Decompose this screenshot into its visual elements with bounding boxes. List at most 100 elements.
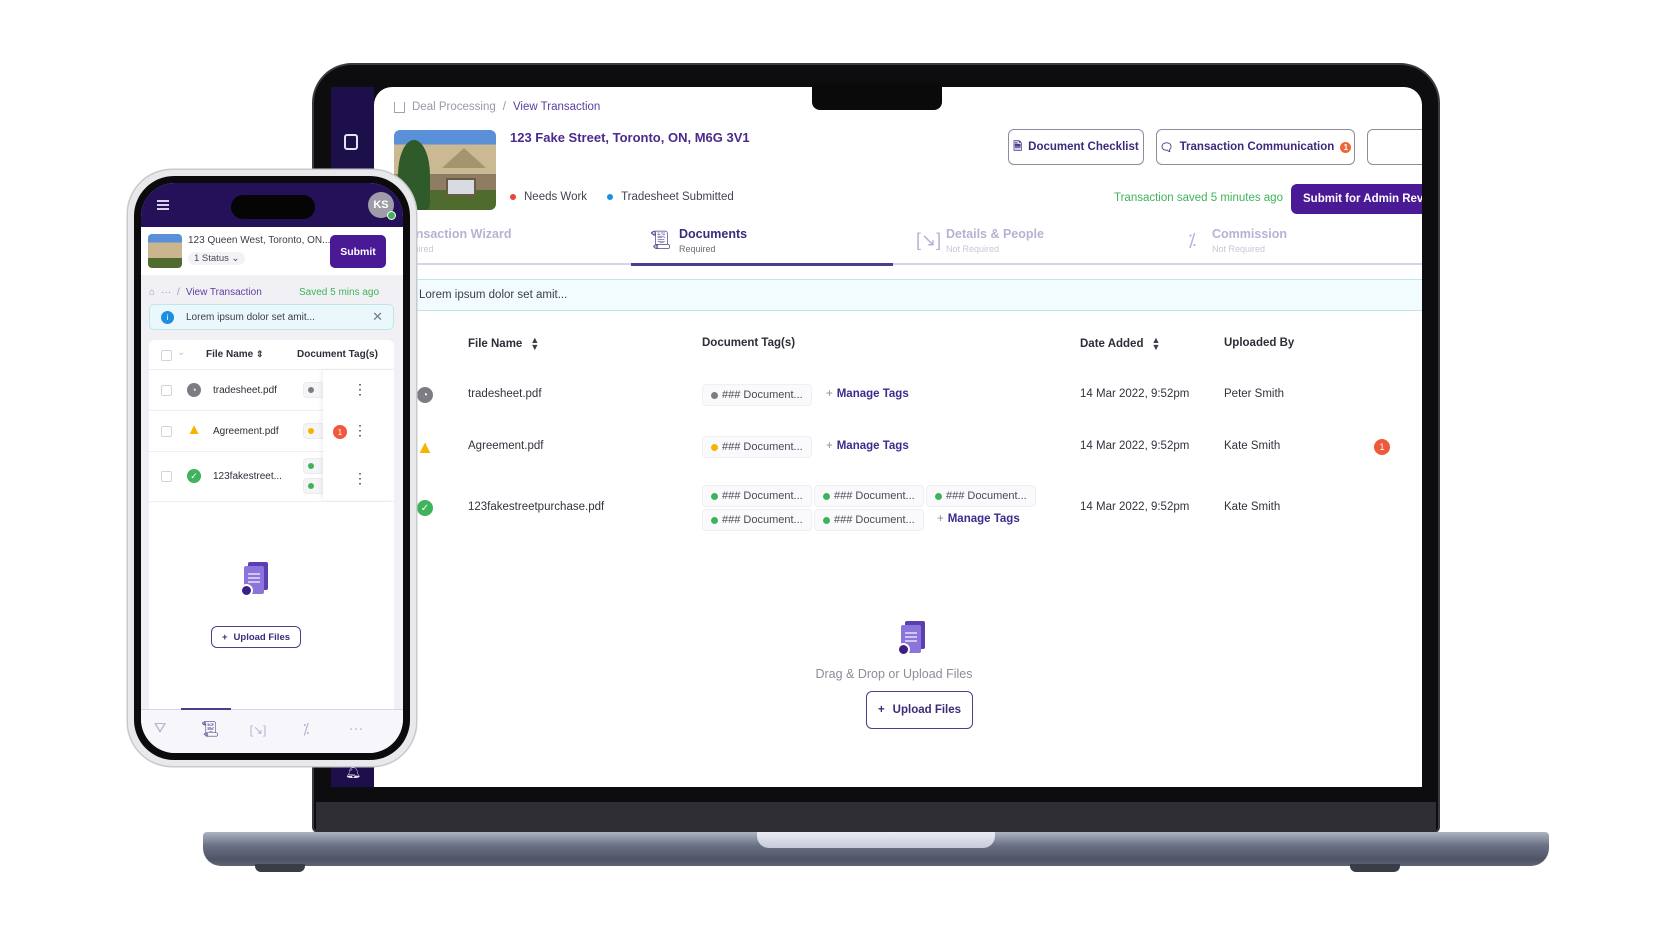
upload-files-button[interactable]: + Upload Files	[211, 626, 301, 648]
home-icon[interactable]: ⌂	[149, 287, 155, 298]
row-checkbox[interactable]	[161, 426, 172, 437]
uploaded-by: Peter Smith	[1224, 388, 1285, 400]
bottom-navigation: ⛛ 📜︎ [↘] ⁒ ···	[141, 708, 403, 753]
tab-bar: Transaction WizardRequired 📜︎ DocumentsR…	[394, 227, 1422, 265]
upload-files-button[interactable]: + Upload Files	[866, 691, 973, 729]
more-options-icon[interactable]	[353, 381, 367, 398]
laptop-notch	[812, 84, 942, 110]
manage-tags-link[interactable]: + Manage Tags	[826, 440, 909, 452]
row-checkbox[interactable]	[161, 385, 172, 396]
file-name[interactable]: 123fakestreetpurchase.pdf	[468, 501, 604, 513]
column-file-name[interactable]: File Name ▲ ▼	[468, 336, 539, 352]
notification-badge[interactable]: 1	[333, 425, 347, 439]
details-icon[interactable]: [↘]	[245, 723, 271, 737]
status-tradesheet-submitted: Tradesheet Submitted	[607, 191, 734, 203]
info-alert: i Lorem ipsum dolor set amit... ✕	[149, 304, 394, 330]
home-icon[interactable]	[394, 101, 405, 113]
status-dropdown[interactable]: 1 Status ⌄	[188, 252, 246, 265]
sort-icon[interactable]: ⇕	[256, 349, 264, 359]
phone-screen: KS 123 Queen West, Toronto, ON... 1 Stat…	[141, 183, 403, 753]
select-all-checkbox[interactable]	[161, 350, 172, 361]
status-needs-work: Needs Work	[510, 191, 587, 203]
upload-document-icon	[240, 562, 268, 597]
uploaded-by: Kate Smith	[1224, 440, 1281, 452]
phone-file-table: ⌄ File Name ⇕ Document Tag(s) ◔ tradeshe…	[149, 340, 394, 740]
document-tag[interactable]: ### Document...	[702, 384, 812, 406]
breadcrumb: Deal Processing / View Transaction	[394, 101, 600, 113]
laptop-chin	[316, 802, 1436, 832]
document-tag[interactable]: ### Document...	[926, 485, 1036, 507]
breadcrumb-ellipsis[interactable]: ···	[161, 287, 171, 298]
more-options-icon[interactable]	[353, 470, 367, 487]
document-tag[interactable]: ### Document...	[702, 509, 812, 531]
manage-tags-link[interactable]: + Manage Tags	[937, 513, 1020, 525]
avatar[interactable]: KS	[368, 192, 396, 220]
documents-icon[interactable]: 📜︎	[197, 720, 223, 738]
breadcrumb-deal-processing[interactable]: Deal Processing	[412, 101, 496, 113]
date-added: 14 Mar 2022, 9:52pm	[1080, 388, 1190, 400]
column-date-added[interactable]: Date Added ▲ ▼	[1080, 336, 1160, 352]
sort-icon[interactable]: ▲ ▼	[1151, 336, 1160, 352]
property-address: 123 Fake Street, Toronto, ON, M6G 3V1	[510, 130, 750, 145]
warning-icon: ▲	[416, 436, 434, 457]
document-tag[interactable]: ### Document...	[702, 436, 812, 458]
file-name[interactable]: Agreement.pdf	[468, 440, 543, 452]
document-tag[interactable]	[303, 423, 325, 439]
dropzone-text: Drag & Drop or Upload Files	[815, 667, 973, 681]
sort-icon[interactable]: ▲ ▼	[530, 336, 539, 352]
column-document-tags: Document Tag(s)	[297, 349, 378, 360]
submit-button[interactable]: Submit	[330, 235, 386, 268]
hamburger-menu-icon[interactable]	[157, 200, 169, 210]
dynamic-island	[231, 195, 315, 219]
laptop-screen: Deal Processing / View Transaction 123 F…	[374, 87, 1422, 787]
more-options-icon[interactable]	[353, 422, 367, 439]
wizard-icon[interactable]: ⛛	[147, 720, 173, 737]
document-tag[interactable]	[303, 458, 325, 474]
info-icon: i	[161, 311, 174, 324]
tab-commission[interactable]: ⁒ Commission Not Required	[1182, 227, 1287, 265]
document-checklist-button[interactable]: 🗎 Document Checklist	[1008, 129, 1144, 165]
plus-icon: +	[877, 704, 885, 716]
laptop-base-lip	[757, 832, 995, 848]
status-list: Needs Work Tradesheet Submitted	[510, 191, 734, 203]
column-file-name[interactable]: File Name ⇕	[206, 349, 264, 360]
transaction-communication-button[interactable]: 🗨 Transaction Communication 1	[1156, 129, 1355, 165]
more-actions-button[interactable]	[1367, 129, 1422, 165]
date-added: 14 Mar 2022, 9:52pm	[1080, 501, 1190, 513]
chevron-down-icon[interactable]: ⌄	[177, 347, 185, 358]
notification-badge[interactable]: 1	[1374, 439, 1390, 455]
file-name[interactable]: tradesheet.pdf	[213, 385, 277, 396]
chat-icon: 🗨	[1159, 141, 1174, 154]
documents-icon: 📜︎	[649, 230, 672, 250]
active-tab-indicator	[181, 708, 231, 710]
info-alert: Lorem ipsum dolor set amit...	[384, 279, 1422, 311]
document-tag[interactable]: ### Document...	[702, 485, 812, 507]
row-checkbox[interactable]	[161, 471, 172, 482]
laptop-foot	[1350, 864, 1400, 872]
manage-tags-link[interactable]: + Manage Tags	[826, 388, 909, 400]
submit-for-admin-review-button[interactable]: Submit for Admin Review	[1291, 184, 1422, 214]
saved-status: Transaction saved 5 minutes ago	[1114, 192, 1283, 204]
close-icon[interactable]: ✕	[372, 309, 383, 325]
document-tag[interactable]: ### Document...	[814, 485, 924, 507]
percent-icon[interactable]: ⁒	[293, 720, 319, 738]
property-address: 123 Queen West, Toronto, ON...	[188, 235, 331, 246]
laptop-foot	[255, 864, 305, 872]
plus-icon: +	[221, 631, 228, 643]
approved-check-icon: ✓	[417, 500, 433, 516]
breadcrumb-view-transaction[interactable]: View Transaction	[513, 101, 600, 113]
file-name[interactable]: Agreement.pdf	[213, 426, 279, 437]
file-name[interactable]: tradesheet.pdf	[468, 388, 542, 400]
document-tag[interactable]	[303, 382, 325, 398]
tab-documents[interactable]: 📜︎ Documents Required	[649, 227, 747, 265]
more-icon[interactable]: ···	[343, 720, 369, 737]
bell-icon[interactable]: 🔔︎	[345, 764, 362, 780]
tab-details-people[interactable]: [↘] Details & People Not Required	[916, 227, 1044, 265]
clipboard-icon[interactable]	[344, 134, 358, 150]
date-added: 14 Mar 2022, 9:52pm	[1080, 440, 1190, 452]
file-name[interactable]: 123fakestreet...	[213, 471, 282, 482]
phone-top-bar: KS	[141, 183, 403, 227]
document-tag[interactable]: ### Document...	[814, 509, 924, 531]
breadcrumb-view-transaction[interactable]: View Transaction	[186, 287, 262, 298]
document-tag[interactable]	[303, 478, 325, 494]
